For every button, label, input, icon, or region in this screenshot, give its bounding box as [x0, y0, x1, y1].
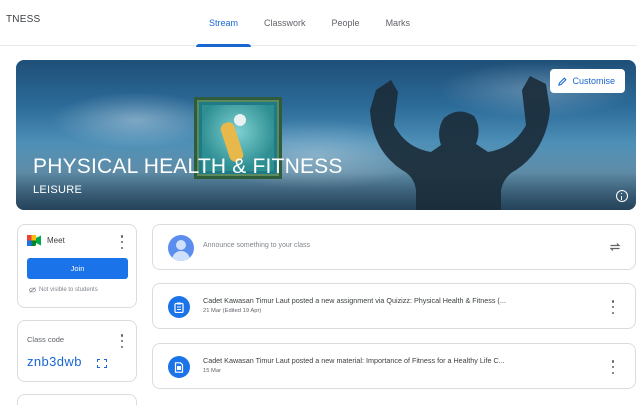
customise-button[interactable]: Customise — [550, 69, 625, 93]
tab-marks[interactable]: Marks — [373, 0, 424, 46]
class-code-card: Class code znb3dwb — [17, 320, 137, 382]
fullscreen-icon[interactable] — [97, 359, 107, 368]
announce-placeholder[interactable]: Announce something to your class — [203, 242, 310, 249]
stream-post[interactable]: Cadet Kawasan Timur Laut posted a new as… — [152, 283, 636, 329]
visibility-note: Not visible to students — [29, 287, 98, 293]
meet-more-icon[interactable] — [120, 235, 124, 249]
upcoming-card — [17, 394, 137, 405]
class-code-value: znb3dwb — [27, 354, 82, 369]
eye-off-icon — [29, 287, 36, 293]
tab-stream[interactable]: Stream — [196, 0, 252, 47]
assignment-icon — [168, 296, 190, 318]
info-icon[interactable] — [616, 190, 628, 202]
post-more-icon[interactable] — [611, 360, 615, 374]
post-date: 15 Mar — [203, 368, 222, 374]
class-code-more-icon[interactable] — [120, 334, 124, 348]
class-section: LEISURE — [33, 184, 83, 196]
post-date: 21 Mar (Edited 19 Apr) — [203, 308, 262, 314]
stream-post[interactable]: Cadet Kawasan Timur Laut posted a new ma… — [152, 343, 636, 389]
class-title: PHYSICAL HEALTH & FITNESS — [33, 155, 343, 178]
top-bar: TNESS Stream Classwork People Marks — [0, 0, 637, 47]
meet-card: Meet Join Not visible to students — [17, 224, 137, 308]
repost-icon[interactable] — [609, 241, 621, 253]
announce-box[interactable]: Announce something to your class — [152, 224, 636, 270]
join-button[interactable]: Join — [27, 258, 128, 279]
customise-label: Customise — [572, 76, 615, 86]
tab-people[interactable]: People — [319, 0, 373, 46]
class-name-truncated[interactable]: TNESS — [6, 14, 40, 25]
class-tabs: Stream Classwork People Marks — [196, 0, 424, 47]
material-icon — [168, 356, 190, 378]
class-banner: Customise PHYSICAL HEALTH & FITNESS LEIS… — [16, 60, 636, 210]
class-code-label: Class code — [27, 335, 65, 344]
post-title[interactable]: Cadet Kawasan Timur Laut posted a new ma… — [203, 356, 603, 365]
visibility-note-text: Not visible to students — [39, 287, 98, 293]
post-title[interactable]: Cadet Kawasan Timur Laut posted a new as… — [203, 296, 603, 305]
tab-classwork[interactable]: Classwork — [251, 0, 319, 46]
meet-label: Meet — [47, 236, 65, 245]
pencil-icon — [558, 76, 568, 86]
post-more-icon[interactable] — [611, 300, 615, 314]
user-avatar — [168, 235, 194, 261]
meet-logo-icon — [27, 235, 41, 246]
